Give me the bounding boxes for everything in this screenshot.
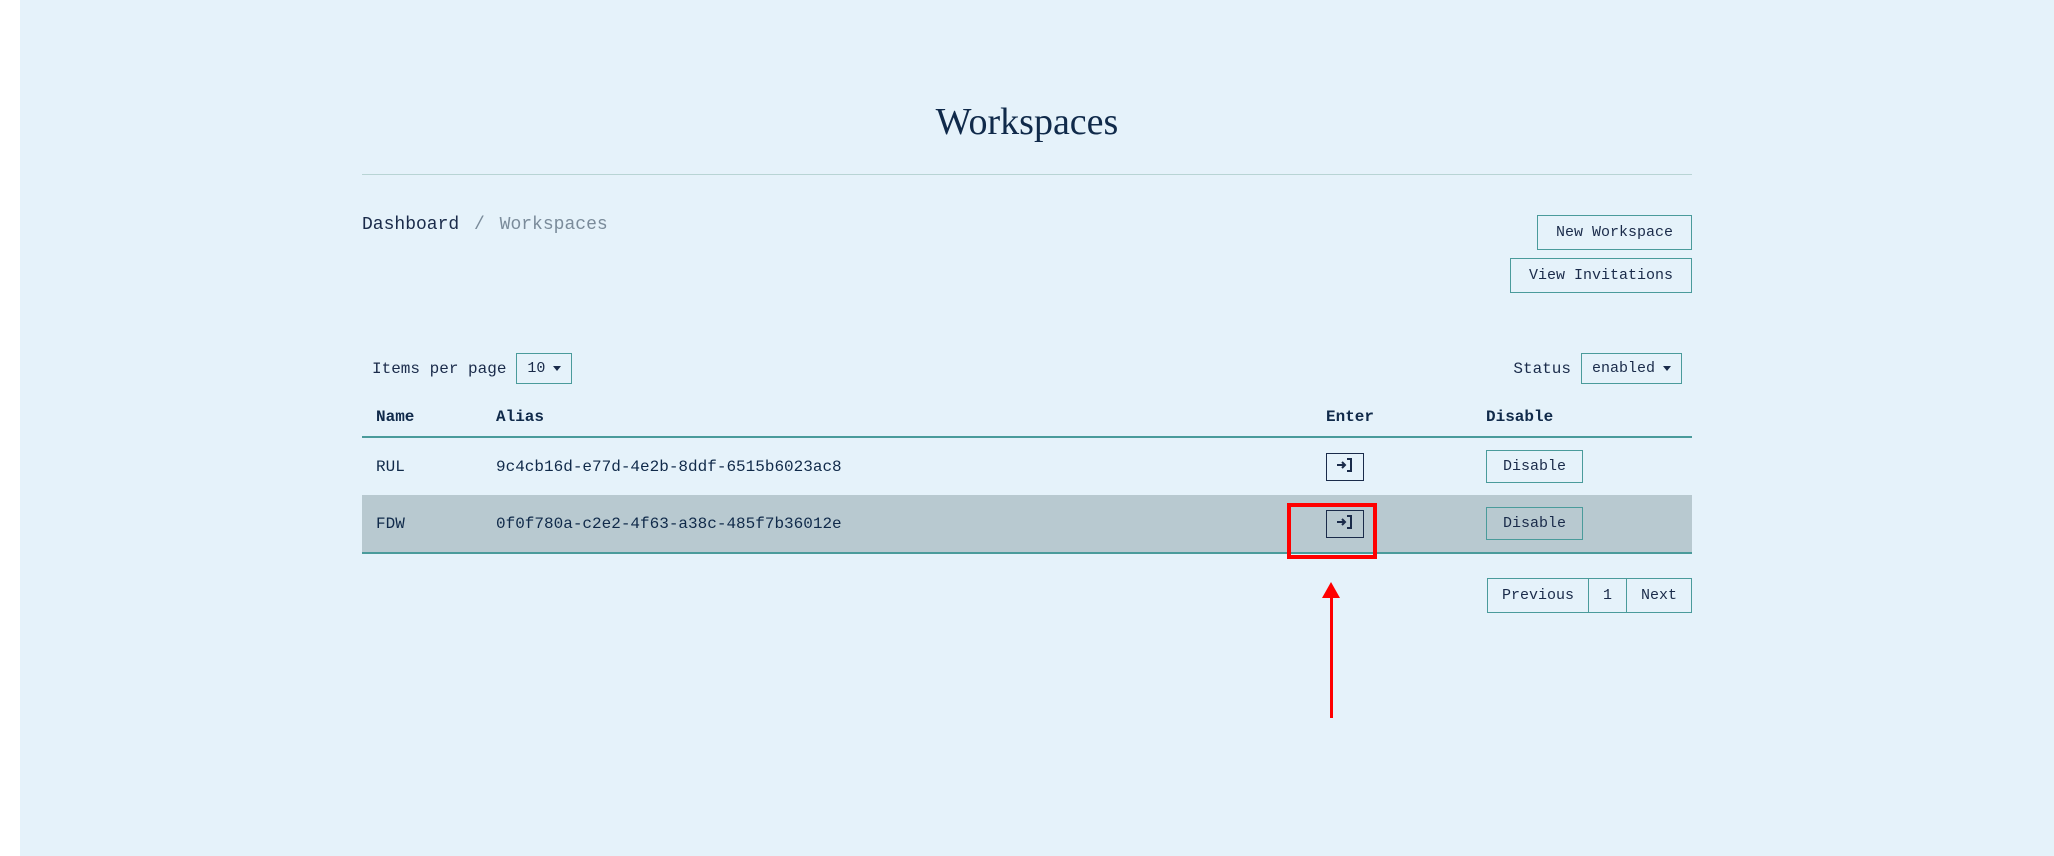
status-value: enabled: [1592, 360, 1655, 377]
cell-alias: 0f0f780a-c2e2-4f63-a38c-485f7b36012e: [482, 495, 1312, 553]
enter-icon: [1337, 458, 1353, 475]
items-per-page-value: 10: [527, 360, 545, 377]
left-edge-decoration: [0, 0, 20, 856]
items-per-page-select[interactable]: 10: [516, 353, 572, 384]
previous-page-button[interactable]: Previous: [1487, 578, 1589, 613]
table-header-row: Name Alias Enter Disable: [362, 398, 1692, 437]
status-select[interactable]: enabled: [1581, 353, 1682, 384]
disable-button[interactable]: Disable: [1486, 507, 1583, 540]
breadcrumb-dashboard-link[interactable]: Dashboard: [362, 215, 459, 235]
action-buttons: New Workspace View Invitations: [1510, 215, 1692, 293]
cell-name: RUL: [362, 437, 482, 495]
table-row: FDW 0f0f780a-c2e2-4f63-a38c-485f7b36012e…: [362, 495, 1692, 553]
next-page-button[interactable]: Next: [1626, 578, 1692, 613]
header-disable: Disable: [1472, 398, 1692, 437]
cell-enter: [1312, 495, 1472, 553]
cell-alias: 9c4cb16d-e77d-4e2b-8ddf-6515b6023ac8: [482, 437, 1312, 495]
status-control: Status enabled: [1513, 353, 1682, 384]
caret-down-icon: [1663, 366, 1671, 371]
main-container: Workspaces Dashboard / Workspaces New Wo…: [362, 0, 1692, 613]
items-per-page-control: Items per page 10: [372, 353, 572, 384]
caret-down-icon: [553, 366, 561, 371]
header-enter: Enter: [1312, 398, 1472, 437]
breadcrumb: Dashboard / Workspaces: [362, 215, 608, 235]
page-number-button[interactable]: 1: [1588, 578, 1627, 613]
cell-disable: Disable: [1472, 495, 1692, 553]
cell-name: FDW: [362, 495, 482, 553]
disable-button[interactable]: Disable: [1486, 450, 1583, 483]
controls-row: Items per page 10 Status enabled: [362, 353, 1692, 384]
breadcrumb-current: Workspaces: [500, 215, 608, 235]
pagination-inner: Previous 1 Next: [1488, 578, 1692, 613]
header-name: Name: [362, 398, 482, 437]
pagination: Previous 1 Next: [362, 578, 1692, 613]
header-alias: Alias: [482, 398, 1312, 437]
enter-workspace-button[interactable]: [1326, 453, 1364, 481]
cell-disable: Disable: [1472, 437, 1692, 495]
page-title: Workspaces: [362, 100, 1692, 175]
new-workspace-button[interactable]: New Workspace: [1537, 215, 1692, 250]
breadcrumb-separator: /: [474, 215, 485, 235]
status-label: Status: [1513, 360, 1571, 378]
enter-workspace-button[interactable]: [1326, 510, 1364, 538]
workspaces-table: Name Alias Enter Disable RUL 9c4cb16d-e7…: [362, 398, 1692, 554]
items-per-page-label: Items per page: [372, 360, 506, 378]
view-invitations-button[interactable]: View Invitations: [1510, 258, 1692, 293]
header-row: Dashboard / Workspaces New Workspace Vie…: [362, 215, 1692, 293]
table-row: RUL 9c4cb16d-e77d-4e2b-8ddf-6515b6023ac8…: [362, 437, 1692, 495]
enter-icon: [1337, 515, 1353, 532]
cell-enter: [1312, 437, 1472, 495]
